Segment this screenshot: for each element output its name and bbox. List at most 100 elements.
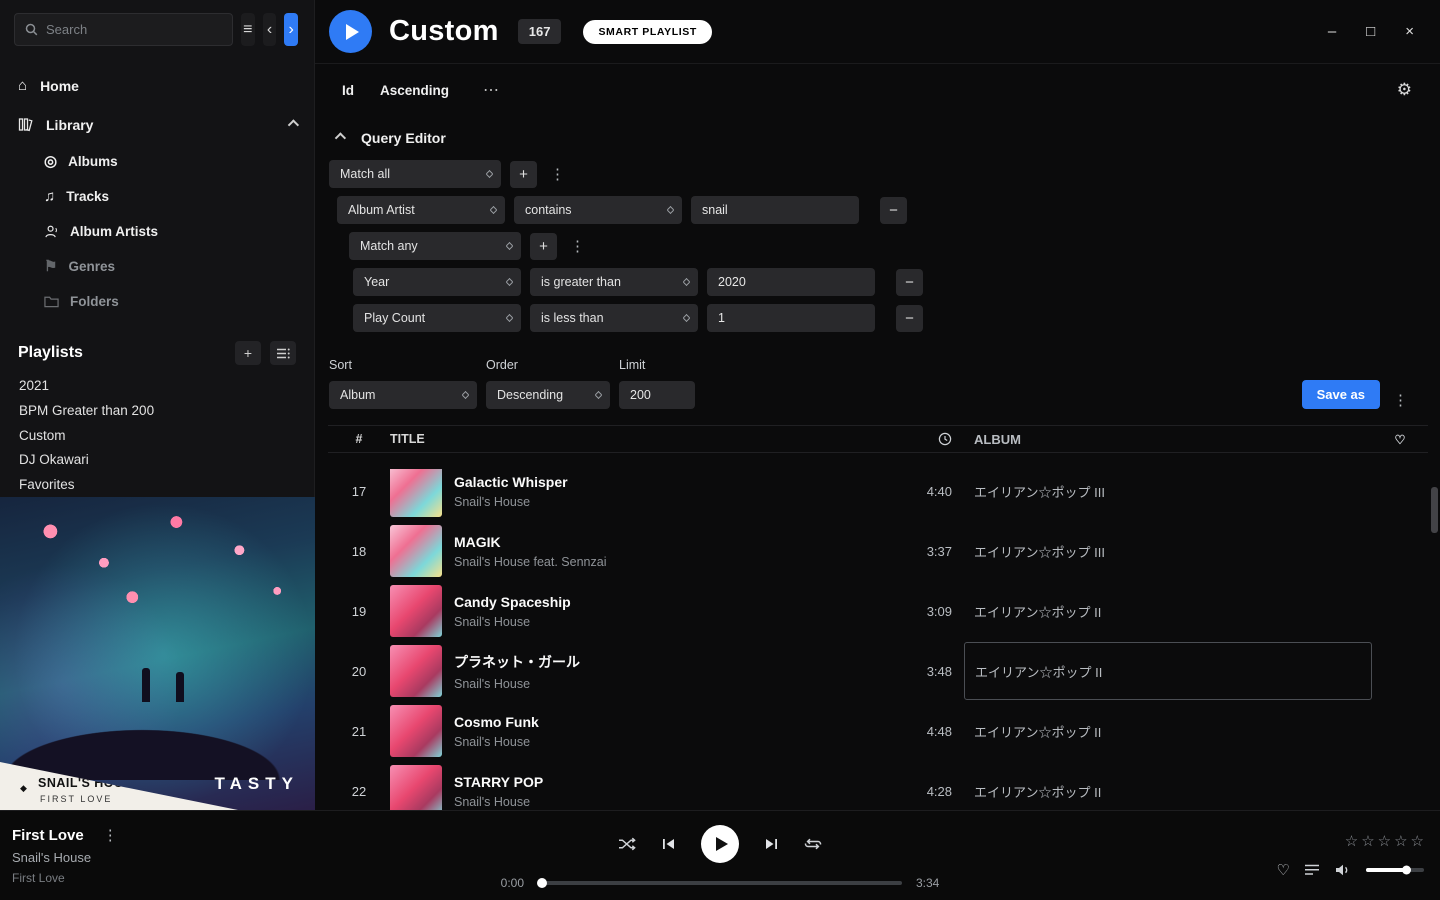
sidebar-item-tracks[interactable]: ♫ Tracks [0, 179, 314, 214]
search-icon [25, 23, 38, 36]
gear-icon[interactable]: ⚙ [1397, 80, 1412, 100]
group-rule-value-input[interactable] [707, 304, 875, 332]
group-remove-rule-button[interactable]: − [896, 269, 923, 296]
star-icon[interactable]: ☆ [1394, 832, 1407, 850]
playlist-list-button[interactable] [270, 341, 296, 365]
playlist-item-dj-okawari[interactable]: DJ Okawari [0, 447, 314, 472]
column-header-title[interactable]: TITLE [390, 432, 876, 446]
forward-button[interactable]: › [284, 13, 298, 46]
rule-value-input[interactable] [691, 196, 859, 224]
artist-icon [44, 224, 59, 239]
rule-menu-icon[interactable]: ⋮ [546, 165, 569, 183]
previous-button[interactable] [661, 837, 676, 851]
elapsed-time: 0:00 [490, 876, 524, 890]
sidebar-item-genres[interactable]: ⚑ Genres [0, 249, 314, 284]
table-row[interactable]: 22 STARRY POP Snail's House 4:28 エイリアン☆ポ… [328, 761, 1428, 810]
search-input[interactable] [46, 22, 222, 37]
group-rule-field-select[interactable]: Year [353, 268, 521, 296]
favorite-button[interactable]: ♡ [1277, 861, 1290, 879]
track-count-badge: 167 [518, 19, 562, 44]
heart-icon: ♡ [1394, 433, 1405, 447]
now-playing-menu-icon[interactable]: ⋮ [99, 826, 122, 844]
shuffle-button[interactable] [618, 837, 636, 851]
group-rule-operator-select[interactable]: is greater than [530, 268, 698, 296]
save-as-button[interactable]: Save as [1302, 380, 1380, 409]
limit-input[interactable] [619, 381, 695, 409]
maximize-button[interactable]: □ [1366, 23, 1375, 40]
rule-operator-select[interactable]: contains [514, 196, 682, 224]
select-caret-icon [463, 392, 468, 398]
sidebar-item-home[interactable]: ⌂ Home [0, 66, 314, 105]
save-menu-icon[interactable]: ⋮ [1389, 391, 1412, 409]
group-rule-value-input[interactable] [707, 268, 875, 296]
column-header-index[interactable]: # [328, 432, 390, 446]
back-button[interactable]: ‹ [263, 13, 277, 46]
collapse-query-editor-icon[interactable] [335, 132, 346, 143]
sidebar-item-folders[interactable]: Folders [0, 284, 314, 319]
sort-direction-button[interactable]: Ascending [380, 83, 449, 98]
chevron-up-icon[interactable] [288, 119, 299, 130]
sidebar-item-library[interactable]: Library [0, 105, 314, 144]
window-controls: – □ × [1328, 23, 1414, 40]
match-type-select[interactable]: Match all [329, 160, 501, 188]
group-match-type-select[interactable]: Match any [349, 232, 521, 260]
more-options-icon[interactable]: ⋯ [483, 80, 501, 100]
rule-field-select[interactable]: Album Artist [337, 196, 505, 224]
column-header-duration[interactable] [876, 432, 952, 447]
album-art-thumbnail [390, 469, 442, 517]
repeat-button[interactable] [804, 837, 822, 851]
track-album-focused[interactable]: エイリアン☆ポップ II [964, 642, 1372, 700]
table-row[interactable]: 19 Candy Spaceship Snail's House 3:09 エイ… [328, 581, 1428, 641]
group-add-rule-button[interactable]: + [530, 233, 557, 260]
select-caret-icon [507, 243, 512, 249]
sort-label: Sort [329, 358, 477, 372]
group-rule-operator-select[interactable]: is less than [530, 304, 698, 332]
table-row[interactable]: 21 Cosmo Funk Snail's House 4:48 エイリアン☆ポ… [328, 701, 1428, 761]
track-duration: 3:48 [876, 664, 952, 679]
remove-rule-button[interactable]: − [880, 197, 907, 224]
sidebar-item-albums[interactable]: ◎ Albums [0, 144, 314, 179]
playlist-item-favorites[interactable]: Favorites [0, 472, 314, 497]
scrollbar-thumb[interactable] [1431, 487, 1438, 533]
playlist-item-custom[interactable]: Custom [0, 423, 314, 448]
add-rule-button[interactable]: + [510, 161, 537, 188]
album-art-thumbnail [390, 765, 442, 810]
menu-button[interactable]: ≡ [241, 13, 255, 46]
table-row[interactable]: 17 Galactic Whisper Snail's House 4:40 エ… [328, 469, 1428, 521]
group-rule-field-select[interactable]: Play Count [353, 304, 521, 332]
sort-select[interactable]: Album [329, 381, 477, 409]
track-artist: Snail's House [454, 735, 539, 749]
volume-slider[interactable] [1366, 868, 1424, 872]
play-pause-button[interactable] [701, 825, 739, 863]
table-row[interactable]: 20 プラネット・ガール Snail's House 3:48 エイリアン☆ポッ… [328, 641, 1428, 701]
playlist-item-2021[interactable]: 2021 [0, 373, 314, 398]
volume-handle[interactable] [1402, 866, 1411, 875]
sidebar: ≡ ‹ › ⌂ Home Library ◎ Albums ♫ Tracks [0, 0, 315, 810]
column-header-album[interactable]: ALBUM [952, 432, 1372, 447]
sidebar-nav: ⌂ Home Library ◎ Albums ♫ Tracks Album A… [0, 58, 314, 319]
play-playlist-button[interactable] [329, 10, 372, 53]
queue-button[interactable] [1305, 864, 1320, 876]
minimize-button[interactable]: – [1328, 23, 1336, 40]
sort-field-button[interactable]: Id [342, 83, 354, 98]
repeat-icon [804, 837, 822, 851]
sidebar-item-album-artists[interactable]: Album Artists [0, 214, 314, 249]
volume-button[interactable] [1335, 863, 1351, 877]
add-playlist-button[interactable]: + [235, 341, 261, 365]
order-select[interactable]: Descending [486, 381, 610, 409]
table-row[interactable]: 18 MAGIK Snail's House feat. Sennzai 3:3… [328, 521, 1428, 581]
star-icon[interactable]: ☆ [1361, 832, 1374, 850]
star-icon[interactable]: ☆ [1378, 832, 1391, 850]
tracks-icon: ♫ [44, 189, 55, 204]
star-icon[interactable]: ☆ [1345, 832, 1358, 850]
search-box[interactable] [14, 13, 233, 46]
group-remove-rule-button[interactable]: − [896, 305, 923, 332]
next-button[interactable] [764, 837, 779, 851]
seek-handle[interactable] [537, 878, 547, 888]
seek-bar[interactable] [538, 881, 902, 885]
close-button[interactable]: × [1405, 23, 1414, 40]
column-header-favorite[interactable]: ♡ [1372, 432, 1428, 447]
playlist-item-bpm[interactable]: BPM Greater than 200 [0, 398, 314, 423]
star-icon[interactable]: ☆ [1411, 832, 1424, 850]
group-menu-icon[interactable]: ⋮ [566, 237, 589, 255]
